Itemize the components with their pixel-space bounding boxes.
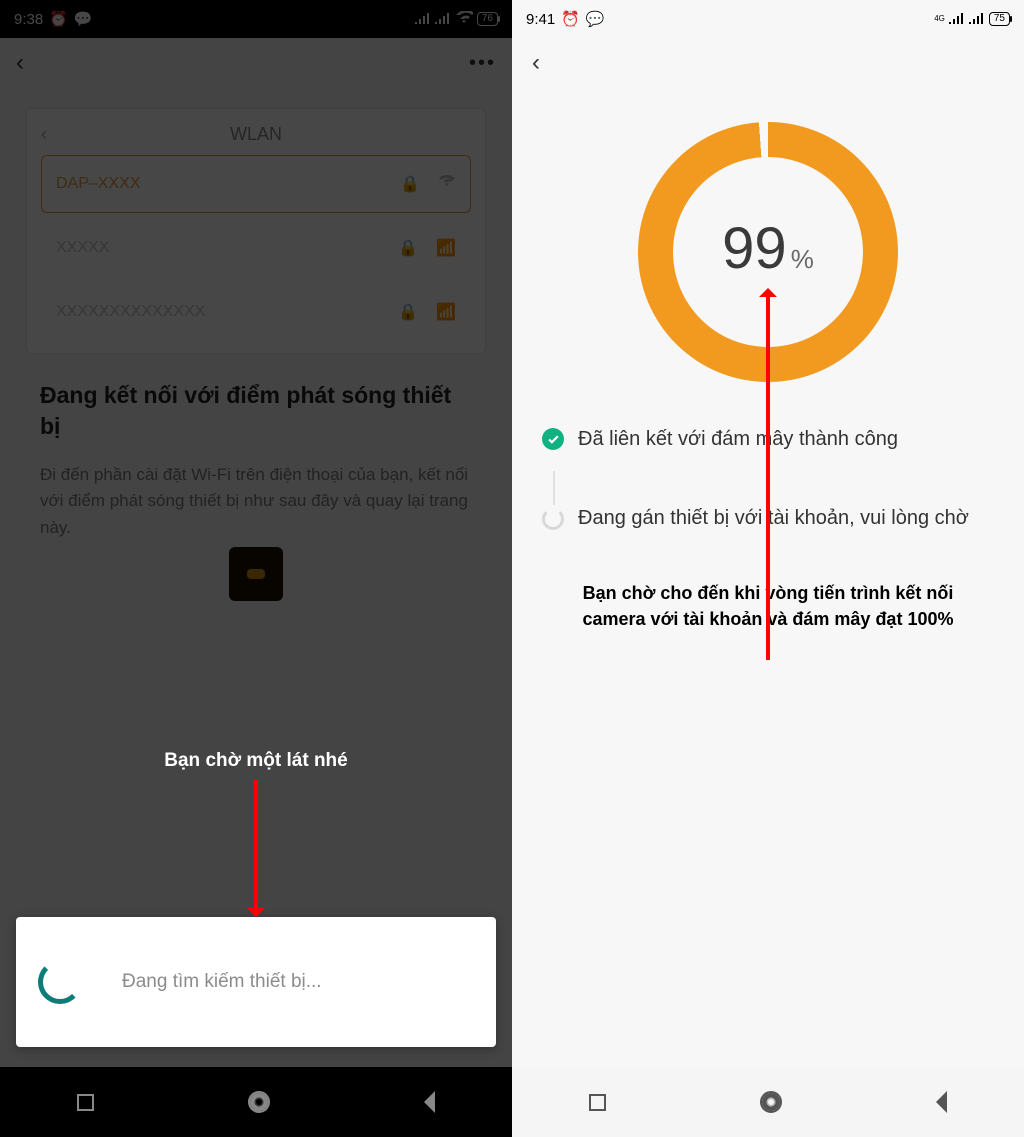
annotation-left: Bạn chờ một lát nhé [0, 750, 512, 772]
right-header: ‹ [512, 38, 1024, 88]
status-connector-line [553, 471, 555, 505]
signal-icon-2 [969, 11, 985, 28]
alarm-icon: ⏰ [561, 10, 580, 28]
statusbar-right: 9:41 ⏰ 💬 4G 75 [512, 0, 1024, 38]
phone-screen-left: 9:38 ⏰ 💬 76 ‹ ••• ‹ WLAN [0, 0, 512, 1137]
nav-back-icon[interactable] [936, 1091, 947, 1113]
nav-recent-icon[interactable] [77, 1094, 94, 1111]
nav-recent-icon[interactable] [589, 1094, 606, 1111]
back-icon[interactable]: ‹ [532, 49, 540, 77]
check-icon [542, 428, 564, 450]
chat-icon: 💬 [586, 10, 605, 28]
nav-home-icon[interactable] [760, 1091, 782, 1113]
status-connected-text: Đã liên kết với đám mây thành công [578, 426, 898, 453]
signal-icon [949, 11, 965, 28]
network-type: 4G [934, 15, 945, 22]
phone-screen-right: 9:41 ⏰ 💬 4G 75 ‹ 99 % [512, 0, 1024, 1137]
android-navbar-right [512, 1067, 1024, 1137]
searching-dialog: Đang tìm kiếm thiết bị... [16, 917, 496, 1047]
searching-text: Đang tìm kiếm thiết bị... [122, 971, 322, 993]
arrow-left [254, 780, 258, 915]
status-assigning-text: Đang gán thiết bị với tài khoản, vui lòn… [578, 505, 969, 532]
nav-home-icon[interactable] [248, 1091, 270, 1113]
android-navbar-left [0, 1067, 512, 1137]
nav-back-icon[interactable] [424, 1091, 435, 1113]
spinner-icon [542, 508, 564, 530]
arrow-right [766, 290, 770, 660]
spinner-icon [38, 960, 82, 1004]
progress-value: 99 [722, 215, 787, 282]
battery-indicator: 75 [989, 12, 1010, 26]
progress-percent-symbol: % [791, 244, 814, 275]
status-time: 9:41 [526, 11, 555, 28]
